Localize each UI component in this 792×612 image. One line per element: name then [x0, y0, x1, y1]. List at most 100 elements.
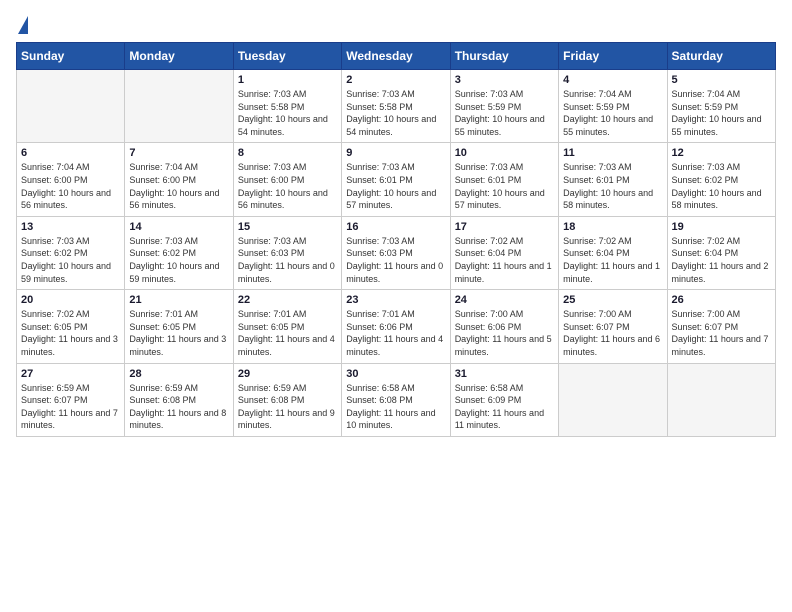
calendar-day-cell: 9 Sunrise: 7:03 AMSunset: 6:01 PMDaylight…	[342, 143, 450, 216]
day-number: 19	[672, 221, 771, 233]
calendar-day-cell: 24 Sunrise: 7:00 AMSunset: 6:06 PMDayligh…	[450, 290, 558, 363]
calendar-day-cell: 29 Sunrise: 6:59 AMSunset: 6:08 PMDayligh…	[233, 363, 341, 436]
day-info: Sunrise: 7:03 AMSunset: 6:03 PMDaylight:…	[346, 235, 445, 285]
day-info: Sunrise: 7:02 AMSunset: 6:04 PMDaylight:…	[455, 235, 554, 285]
calendar-day-cell: 22 Sunrise: 7:01 AMSunset: 6:05 PMDayligh…	[233, 290, 341, 363]
day-number: 11	[563, 147, 662, 159]
calendar-day-cell: 27 Sunrise: 6:59 AMSunset: 6:07 PMDayligh…	[17, 363, 125, 436]
day-info: Sunrise: 7:03 AMSunset: 6:02 PMDaylight:…	[129, 235, 228, 285]
day-number: 31	[455, 368, 554, 380]
calendar-day-cell: 11 Sunrise: 7:03 AMSunset: 6:01 PMDayligh…	[559, 143, 667, 216]
day-info: Sunrise: 6:59 AMSunset: 6:08 PMDaylight:…	[238, 382, 337, 432]
day-number: 4	[563, 74, 662, 86]
day-number: 15	[238, 221, 337, 233]
calendar-day-cell	[667, 363, 775, 436]
day-info: Sunrise: 7:03 AMSunset: 6:00 PMDaylight:…	[238, 161, 337, 211]
day-info: Sunrise: 7:01 AMSunset: 6:06 PMDaylight:…	[346, 308, 445, 358]
day-number: 6	[21, 147, 120, 159]
calendar-day-cell: 14 Sunrise: 7:03 AMSunset: 6:02 PMDayligh…	[125, 216, 233, 289]
day-info: Sunrise: 7:01 AMSunset: 6:05 PMDaylight:…	[238, 308, 337, 358]
day-number: 1	[238, 74, 337, 86]
calendar-day-header: Tuesday	[233, 43, 341, 70]
day-info: Sunrise: 6:59 AMSunset: 6:07 PMDaylight:…	[21, 382, 120, 432]
day-info: Sunrise: 7:04 AMSunset: 5:59 PMDaylight:…	[672, 88, 771, 138]
day-info: Sunrise: 6:58 AMSunset: 6:09 PMDaylight:…	[455, 382, 554, 432]
day-number: 17	[455, 221, 554, 233]
day-info: Sunrise: 7:03 AMSunset: 5:58 PMDaylight:…	[346, 88, 445, 138]
calendar-day-header: Thursday	[450, 43, 558, 70]
day-number: 2	[346, 74, 445, 86]
day-number: 14	[129, 221, 228, 233]
day-info: Sunrise: 7:00 AMSunset: 6:06 PMDaylight:…	[455, 308, 554, 358]
day-info: Sunrise: 7:03 AMSunset: 6:01 PMDaylight:…	[455, 161, 554, 211]
calendar-week-row: 1 Sunrise: 7:03 AMSunset: 5:58 PMDaylight…	[17, 70, 776, 143]
calendar-day-cell: 15 Sunrise: 7:03 AMSunset: 6:03 PMDayligh…	[233, 216, 341, 289]
day-number: 8	[238, 147, 337, 159]
day-number: 3	[455, 74, 554, 86]
calendar-day-cell: 25 Sunrise: 7:00 AMSunset: 6:07 PMDayligh…	[559, 290, 667, 363]
day-number: 7	[129, 147, 228, 159]
calendar-day-cell	[125, 70, 233, 143]
calendar-day-cell	[17, 70, 125, 143]
day-info: Sunrise: 7:03 AMSunset: 6:01 PMDaylight:…	[346, 161, 445, 211]
day-info: Sunrise: 7:02 AMSunset: 6:04 PMDaylight:…	[672, 235, 771, 285]
calendar-day-cell: 5Sunrise: 7:04 AMSunset: 5:59 PMDaylight…	[667, 70, 775, 143]
logo-triangle-icon	[18, 16, 28, 34]
day-info: Sunrise: 7:04 AMSunset: 6:00 PMDaylight:…	[21, 161, 120, 211]
day-info: Sunrise: 7:04 AMSunset: 6:00 PMDaylight:…	[129, 161, 228, 211]
calendar-day-cell: 2 Sunrise: 7:03 AMSunset: 5:58 PMDaylight…	[342, 70, 450, 143]
calendar-day-cell: 30 Sunrise: 6:58 AMSunset: 6:08 PMDayligh…	[342, 363, 450, 436]
logo	[16, 16, 28, 34]
day-number: 26	[672, 294, 771, 306]
calendar-day-cell: 21Sunrise: 7:01 AMSunset: 6:05 PMDayligh…	[125, 290, 233, 363]
calendar-day-cell: 10 Sunrise: 7:03 AMSunset: 6:01 PMDayligh…	[450, 143, 558, 216]
calendar-day-cell: 13 Sunrise: 7:03 AMSunset: 6:02 PMDayligh…	[17, 216, 125, 289]
calendar-day-cell: 20Sunrise: 7:02 AMSunset: 6:05 PMDayligh…	[17, 290, 125, 363]
day-info: Sunrise: 7:04 AMSunset: 5:59 PMDaylight:…	[563, 88, 662, 138]
calendar-day-cell: 16 Sunrise: 7:03 AMSunset: 6:03 PMDayligh…	[342, 216, 450, 289]
day-info: Sunrise: 7:03 AMSunset: 6:02 PMDaylight:…	[21, 235, 120, 285]
calendar-week-row: 20Sunrise: 7:02 AMSunset: 6:05 PMDayligh…	[17, 290, 776, 363]
day-number: 18	[563, 221, 662, 233]
calendar-day-cell: 31 Sunrise: 6:58 AMSunset: 6:09 PMDayligh…	[450, 363, 558, 436]
day-number: 22	[238, 294, 337, 306]
day-number: 30	[346, 368, 445, 380]
calendar-day-cell: 3 Sunrise: 7:03 AMSunset: 5:59 PMDaylight…	[450, 70, 558, 143]
day-number: 27	[21, 368, 120, 380]
day-info: Sunrise: 6:59 AMSunset: 6:08 PMDaylight:…	[129, 382, 228, 432]
page-header	[16, 16, 776, 34]
day-number: 29	[238, 368, 337, 380]
calendar-week-row: 13 Sunrise: 7:03 AMSunset: 6:02 PMDayligh…	[17, 216, 776, 289]
day-number: 24	[455, 294, 554, 306]
day-info: Sunrise: 7:03 AMSunset: 6:01 PMDaylight:…	[563, 161, 662, 211]
calendar-day-cell: 26 Sunrise: 7:00 AMSunset: 6:07 PMDayligh…	[667, 290, 775, 363]
day-number: 13	[21, 221, 120, 233]
day-info: Sunrise: 7:03 AMSunset: 6:03 PMDaylight:…	[238, 235, 337, 285]
day-number: 16	[346, 221, 445, 233]
calendar-day-cell: 28 Sunrise: 6:59 AMSunset: 6:08 PMDayligh…	[125, 363, 233, 436]
calendar-day-cell	[559, 363, 667, 436]
calendar-day-cell: 1Sunrise: 7:03 AMSunset: 5:58 PMDaylight…	[233, 70, 341, 143]
day-info: Sunrise: 7:03 AMSunset: 6:02 PMDaylight:…	[672, 161, 771, 211]
calendar-day-cell: 19 Sunrise: 7:02 AMSunset: 6:04 PMDayligh…	[667, 216, 775, 289]
day-number: 28	[129, 368, 228, 380]
calendar-day-cell: 8 Sunrise: 7:03 AMSunset: 6:00 PMDaylight…	[233, 143, 341, 216]
day-number: 23	[346, 294, 445, 306]
calendar-week-row: 6 Sunrise: 7:04 AMSunset: 6:00 PMDaylight…	[17, 143, 776, 216]
day-number: 20	[21, 294, 120, 306]
day-number: 25	[563, 294, 662, 306]
calendar-day-header: Wednesday	[342, 43, 450, 70]
day-number: 9	[346, 147, 445, 159]
calendar-header-row: SundayMondayTuesdayWednesdayThursdayFrid…	[17, 43, 776, 70]
day-number: 21	[129, 294, 228, 306]
day-info: Sunrise: 7:00 AMSunset: 6:07 PMDaylight:…	[672, 308, 771, 358]
calendar-day-header: Sunday	[17, 43, 125, 70]
calendar-table: SundayMondayTuesdayWednesdayThursdayFrid…	[16, 42, 776, 437]
calendar-week-row: 27 Sunrise: 6:59 AMSunset: 6:07 PMDayligh…	[17, 363, 776, 436]
day-info: Sunrise: 7:03 AMSunset: 5:59 PMDaylight:…	[455, 88, 554, 138]
calendar-day-header: Saturday	[667, 43, 775, 70]
day-number: 10	[455, 147, 554, 159]
calendar-day-cell: 7 Sunrise: 7:04 AMSunset: 6:00 PMDaylight…	[125, 143, 233, 216]
day-info: Sunrise: 6:58 AMSunset: 6:08 PMDaylight:…	[346, 382, 445, 432]
day-info: Sunrise: 7:00 AMSunset: 6:07 PMDaylight:…	[563, 308, 662, 358]
